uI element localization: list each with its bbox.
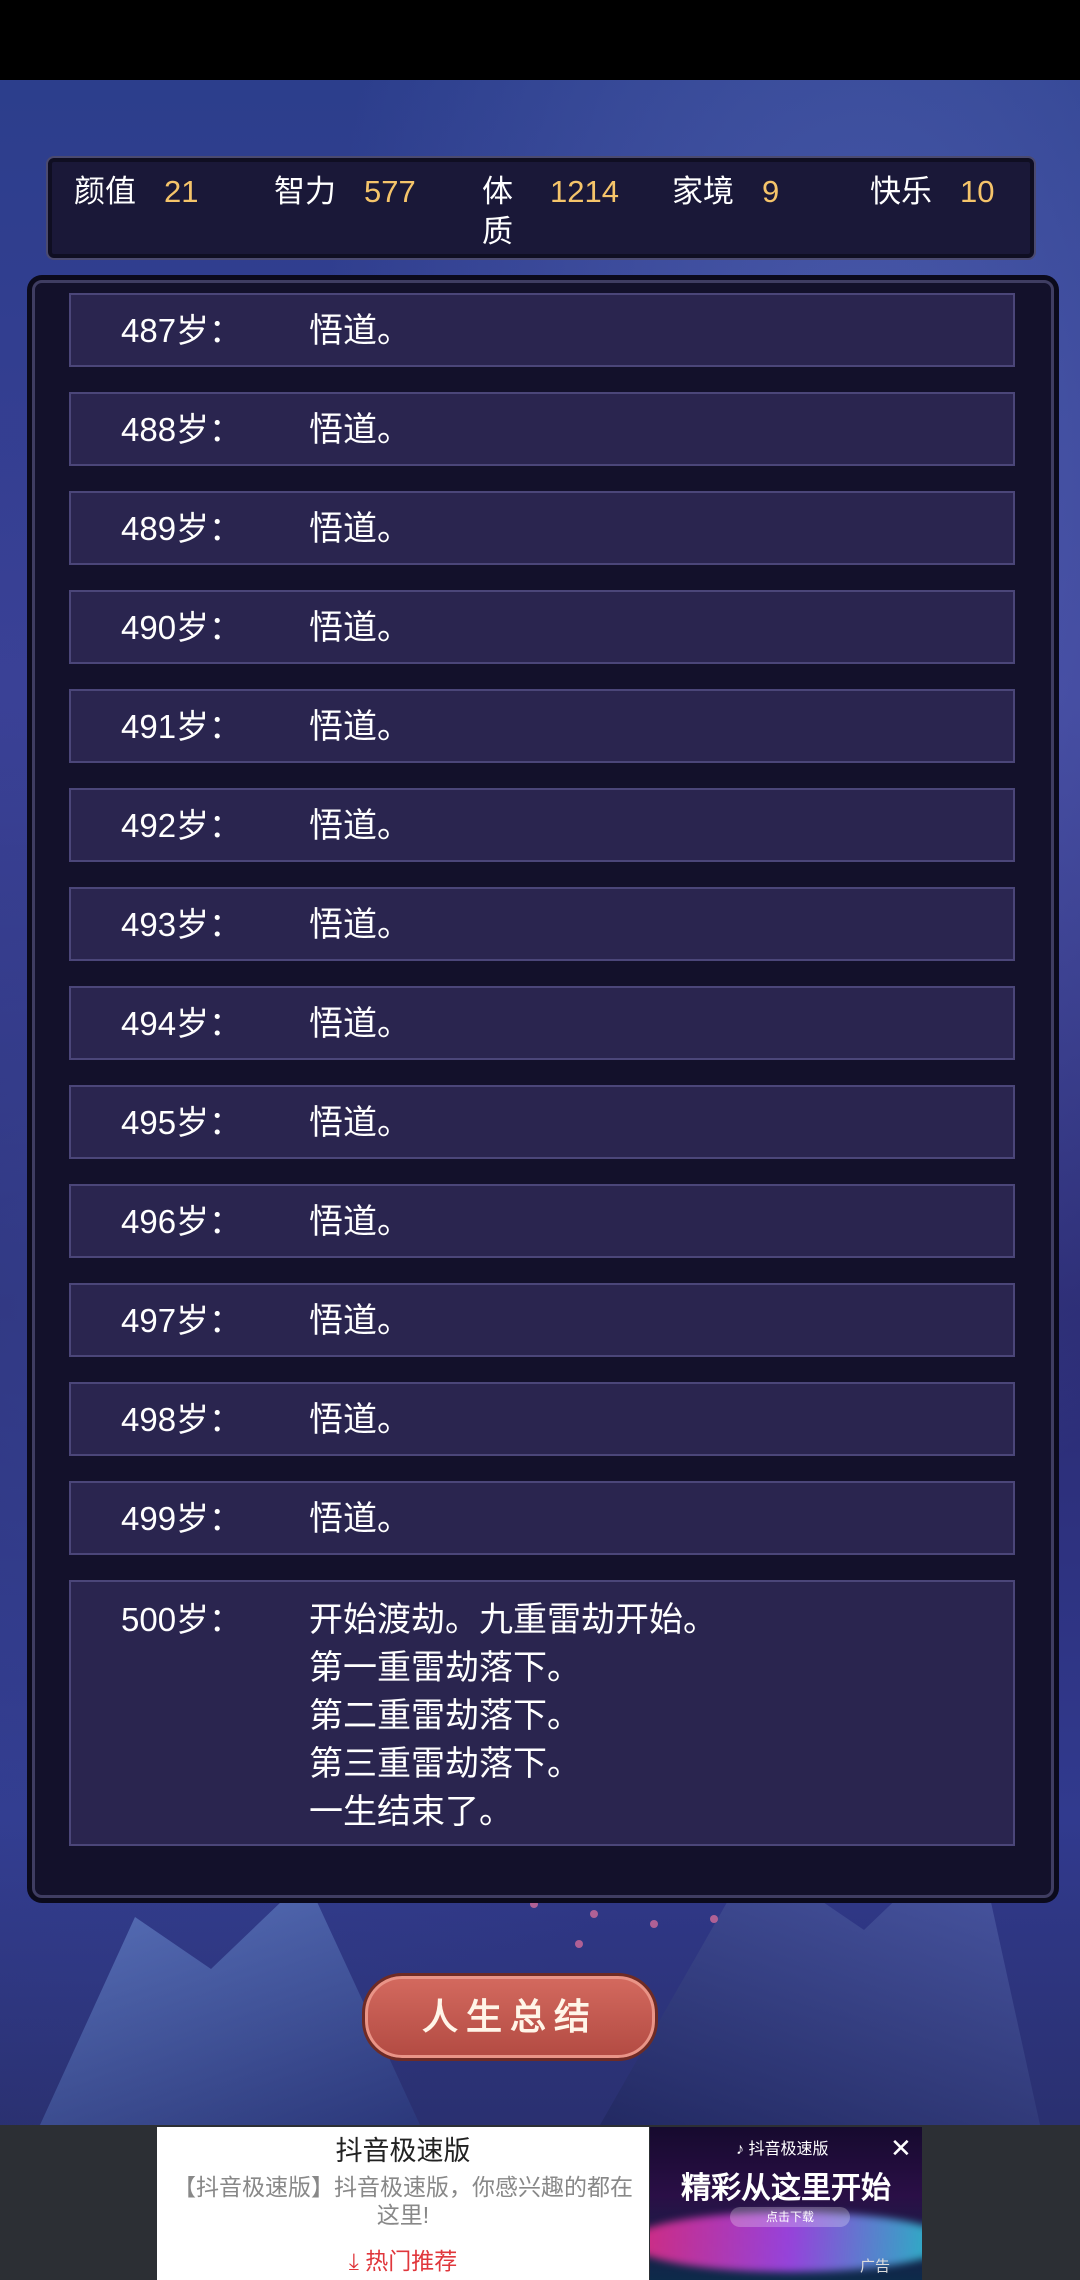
event-text: 悟道。 [309, 906, 411, 944]
event-row: 493岁： 悟道。 [69, 887, 1015, 961]
event-row: 497岁： 悟道。 [69, 1283, 1015, 1357]
status-bar [0, 0, 1080, 80]
ad-title: 抖音极速版 [335, 2136, 471, 2166]
close-icon[interactable]: ✕ [890, 2135, 912, 2161]
stat-value: 21 [164, 174, 199, 209]
ad-label: 广告 [860, 2258, 891, 2275]
event-age: 488岁： [121, 411, 243, 448]
event-text: 悟道。 [309, 1302, 411, 1340]
ad-brand: ♪ 抖音极速版 [736, 2141, 829, 2158]
event-row: 489岁： 悟道。 [69, 491, 1015, 565]
event-row: 491岁： 悟道。 [69, 689, 1015, 763]
event-row: 495岁： 悟道。 [69, 1085, 1015, 1159]
stat-family: 家境 9 [672, 172, 822, 252]
life-summary-button[interactable]: 人生总结 [362, 1973, 658, 2061]
stat-physique: 体质 1214 [482, 172, 642, 252]
attributes-bar: 颜值 21 智力 577 体质 1214 家境 9 快乐 10 [46, 156, 1036, 260]
event-row: 492岁： 悟道。 [69, 788, 1015, 862]
ad-hot-recommend-link[interactable]: ⤓ 热门推荐 [157, 2247, 649, 2275]
stat-label: 颜值 [74, 174, 136, 209]
event-text: 悟道。 [309, 609, 411, 647]
event-row: 488岁： 悟道。 [69, 392, 1015, 466]
event-age: 495岁： [121, 1104, 243, 1141]
event-text: 悟道。 [309, 312, 411, 350]
event-age: 491岁： [121, 708, 243, 745]
stat-value: 577 [364, 174, 416, 209]
event-text: 悟道。 [309, 411, 411, 449]
event-text: 悟道。 [309, 1401, 411, 1439]
stat-appearance: 颜值 21 [74, 172, 224, 252]
event-row: 498岁： 悟道。 [69, 1382, 1015, 1456]
stat-value: 1214 [550, 174, 619, 209]
ad-download-button[interactable]: 点击下载 [730, 2207, 850, 2227]
event-text: 悟道。 [309, 510, 411, 548]
event-age: 499岁： [121, 1500, 243, 1537]
event-age: 498岁： [121, 1401, 243, 1438]
stat-label: 智力 [274, 174, 336, 209]
event-text: 悟道。 [309, 1203, 411, 1241]
event-row: 496岁： 悟道。 [69, 1184, 1015, 1258]
event-text: 悟道。 [309, 1104, 411, 1142]
stat-happiness: 快乐 10 [870, 172, 1020, 252]
stat-label: 家境 [672, 174, 734, 209]
event-age: 497岁： [121, 1302, 243, 1339]
ad-slogan: 精彩从这里开始 [681, 2172, 891, 2205]
event-row: 494岁： 悟道。 [69, 986, 1015, 1060]
stat-label: 快乐 [870, 174, 932, 209]
ad-description: 【抖音极速版】抖音极速版，你感兴趣的都在这里! [173, 2174, 633, 2228]
stat-value: 10 [960, 174, 995, 209]
stat-intelligence: 智力 577 [274, 172, 434, 252]
life-event-log[interactable]: 487岁： 悟道。 488岁： 悟道。 489岁： 悟道。 490岁： 悟道。 … [32, 280, 1054, 1898]
event-row: 499岁： 悟道。 [69, 1481, 1015, 1555]
event-age: 492岁： [121, 807, 243, 844]
event-age: 494岁： [121, 1005, 243, 1042]
event-text: 悟道。 [309, 708, 411, 746]
event-age: 500岁： [121, 1601, 243, 1638]
event-age: 490岁： [121, 609, 243, 646]
ad-text-panel[interactable]: 抖音极速版 【抖音极速版】抖音极速版，你感兴趣的都在这里! ⤓ 热门推荐 [157, 2127, 649, 2280]
event-text: 开始渡劫。九重雷劫开始。 第一重雷劫落下。 第二重雷劫落下。 第三重雷劫落下。 … [309, 1601, 717, 1831]
event-text: 悟道。 [309, 1005, 411, 1043]
ad-image[interactable]: ♪ 抖音极速版 精彩从这里开始 点击下载 ✕ 广告 [650, 2127, 922, 2280]
event-text: 悟道。 [309, 1500, 411, 1538]
stat-label: 体质 [482, 174, 513, 249]
event-row: 490岁： 悟道。 [69, 590, 1015, 664]
mountain-left [40, 1878, 420, 2125]
event-age: 487岁： [121, 312, 243, 349]
event-age: 496岁： [121, 1203, 243, 1240]
stat-value: 9 [762, 174, 780, 209]
event-text: 悟道。 [309, 807, 411, 845]
event-age: 489岁： [121, 510, 243, 547]
event-row: 487岁： 悟道。 [69, 293, 1015, 367]
event-age: 493岁： [121, 906, 243, 943]
event-row: 500岁： 开始渡劫。九重雷劫开始。 第一重雷劫落下。 第二重雷劫落下。 第三重… [69, 1580, 1015, 1846]
